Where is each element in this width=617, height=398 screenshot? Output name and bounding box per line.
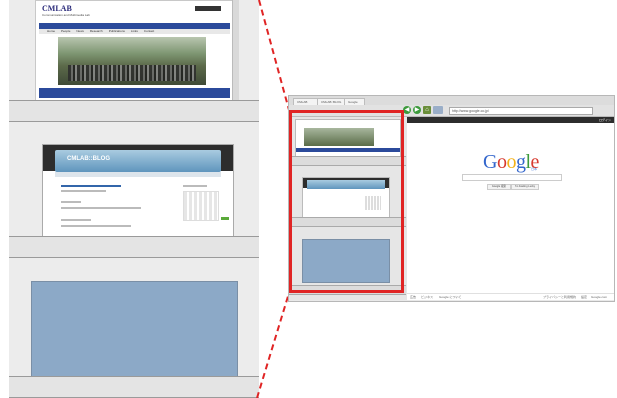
forward-icon[interactable]: ▶ bbox=[413, 106, 421, 114]
connector-line-bottom bbox=[256, 292, 290, 398]
feeling-lucky-button[interactable]: I'm Feeling Lucky bbox=[511, 184, 539, 190]
google-bar-link[interactable]: 画像 bbox=[428, 127, 434, 131]
tab-sidebar-highlight bbox=[289, 110, 404, 293]
search-input[interactable] bbox=[462, 174, 562, 181]
google-search-button[interactable]: Google 検索 bbox=[487, 184, 511, 190]
footer-link[interactable]: ビジネス bbox=[421, 294, 433, 300]
google-bar-link[interactable]: 翻訳 bbox=[492, 127, 498, 131]
back-icon[interactable]: ◀ bbox=[403, 106, 411, 114]
login-link[interactable]: ログイン bbox=[599, 117, 611, 123]
footer-link[interactable]: プライバシーと利用規約 bbox=[543, 294, 576, 300]
google-bar-link[interactable]: 動画 bbox=[443, 127, 449, 131]
connector-line-top bbox=[258, 0, 290, 111]
tab-blog[interactable]: CMLAB::BLOG bbox=[317, 98, 346, 105]
logo-region: 日本 bbox=[531, 167, 538, 171]
google-bar-link[interactable]: その他 bbox=[523, 127, 532, 131]
footer-link[interactable]: Google.com bbox=[591, 294, 607, 300]
google-page: ウェブ 画像 動画 地図 ニュース 翻訳 Gmail その他 ログイン Goog… bbox=[407, 117, 614, 300]
google-bar-link[interactable]: 地図 bbox=[457, 127, 463, 131]
footer-link[interactable]: 広告 bbox=[410, 294, 416, 300]
footer-link[interactable]: 設定 bbox=[581, 294, 587, 300]
logo-letter: G bbox=[483, 151, 497, 173]
google-footer: 広告 ビジネス Google について プライバシーと利用規約 設定 Googl… bbox=[407, 293, 614, 300]
google-bar-link[interactable]: ニュース bbox=[472, 127, 484, 131]
tab-cmlab[interactable]: CMLAB bbox=[293, 98, 320, 105]
google-top-bar: ウェブ 画像 動画 地図 ニュース 翻訳 Gmail その他 ログイン bbox=[407, 117, 614, 131]
bookmark-icon[interactable] bbox=[433, 106, 443, 114]
footer-link[interactable]: Google について bbox=[439, 294, 461, 300]
google-bar-link[interactable]: Gmail bbox=[507, 127, 515, 131]
tab-google[interactable]: Google bbox=[344, 98, 365, 105]
address-bar[interactable]: http://www.google.co.jp/ bbox=[449, 107, 593, 115]
logo-letter: o bbox=[506, 151, 516, 173]
tab-strip: CMLAB CMLAB::BLOG Google bbox=[289, 96, 614, 105]
home-icon[interactable]: ⌂ bbox=[423, 106, 431, 114]
google-bar-link[interactable]: ウェブ bbox=[411, 127, 420, 131]
